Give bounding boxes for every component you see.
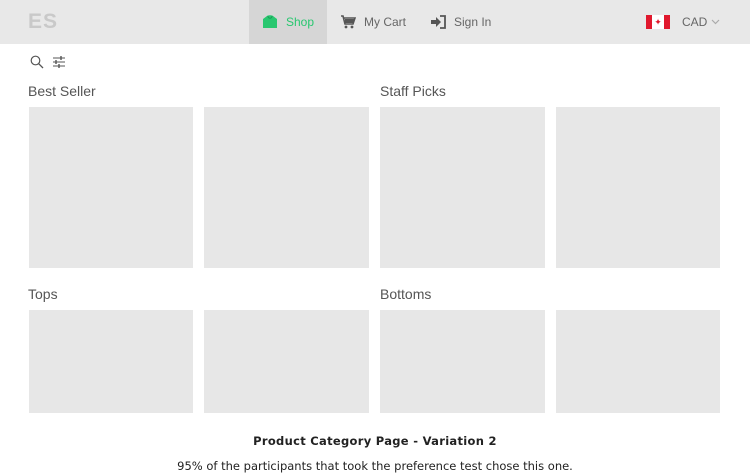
product-tile[interactable] (29, 310, 193, 413)
section-title-tops: Tops (28, 286, 58, 302)
product-tile[interactable] (204, 310, 369, 413)
product-tile[interactable] (380, 107, 545, 268)
sliders-icon[interactable] (52, 55, 66, 69)
nav-cart-label: My Cart (364, 15, 406, 29)
top-nav-bar: ES Shop My Cart Sign In ✦ CAD (0, 0, 750, 44)
nav-shop-label: Shop (285, 15, 315, 29)
product-tile[interactable] (29, 107, 193, 268)
product-tile[interactable] (556, 310, 720, 413)
section-title-best-seller: Best Seller (28, 83, 96, 99)
logo[interactable]: ES (28, 10, 58, 34)
product-tile[interactable] (204, 107, 369, 268)
hoodie-icon (262, 15, 277, 28)
nav-shop[interactable]: Shop (249, 0, 327, 44)
product-tile[interactable] (380, 310, 545, 413)
chevron-down-icon (711, 19, 720, 25)
caption-subtitle: 95% of the participants that took the pr… (177, 459, 573, 473)
currency-selector[interactable]: ✦ CAD (646, 0, 720, 44)
sign-in-icon (431, 15, 446, 29)
currency-label: CAD (682, 15, 708, 29)
section-title-bottoms: Bottoms (380, 286, 432, 302)
section-title-staff-picks: Staff Picks (380, 83, 446, 99)
product-tile[interactable] (556, 107, 720, 268)
cart-icon (341, 15, 356, 29)
nav-my-cart[interactable]: My Cart (340, 0, 406, 44)
nav-sign-in[interactable]: Sign In (430, 0, 491, 44)
canada-flag-icon: ✦ (646, 15, 670, 29)
nav-signin-label: Sign In (454, 15, 492, 29)
caption-title: Product Category Page - Variation 2 (253, 434, 497, 448)
search-icon[interactable] (30, 55, 44, 69)
